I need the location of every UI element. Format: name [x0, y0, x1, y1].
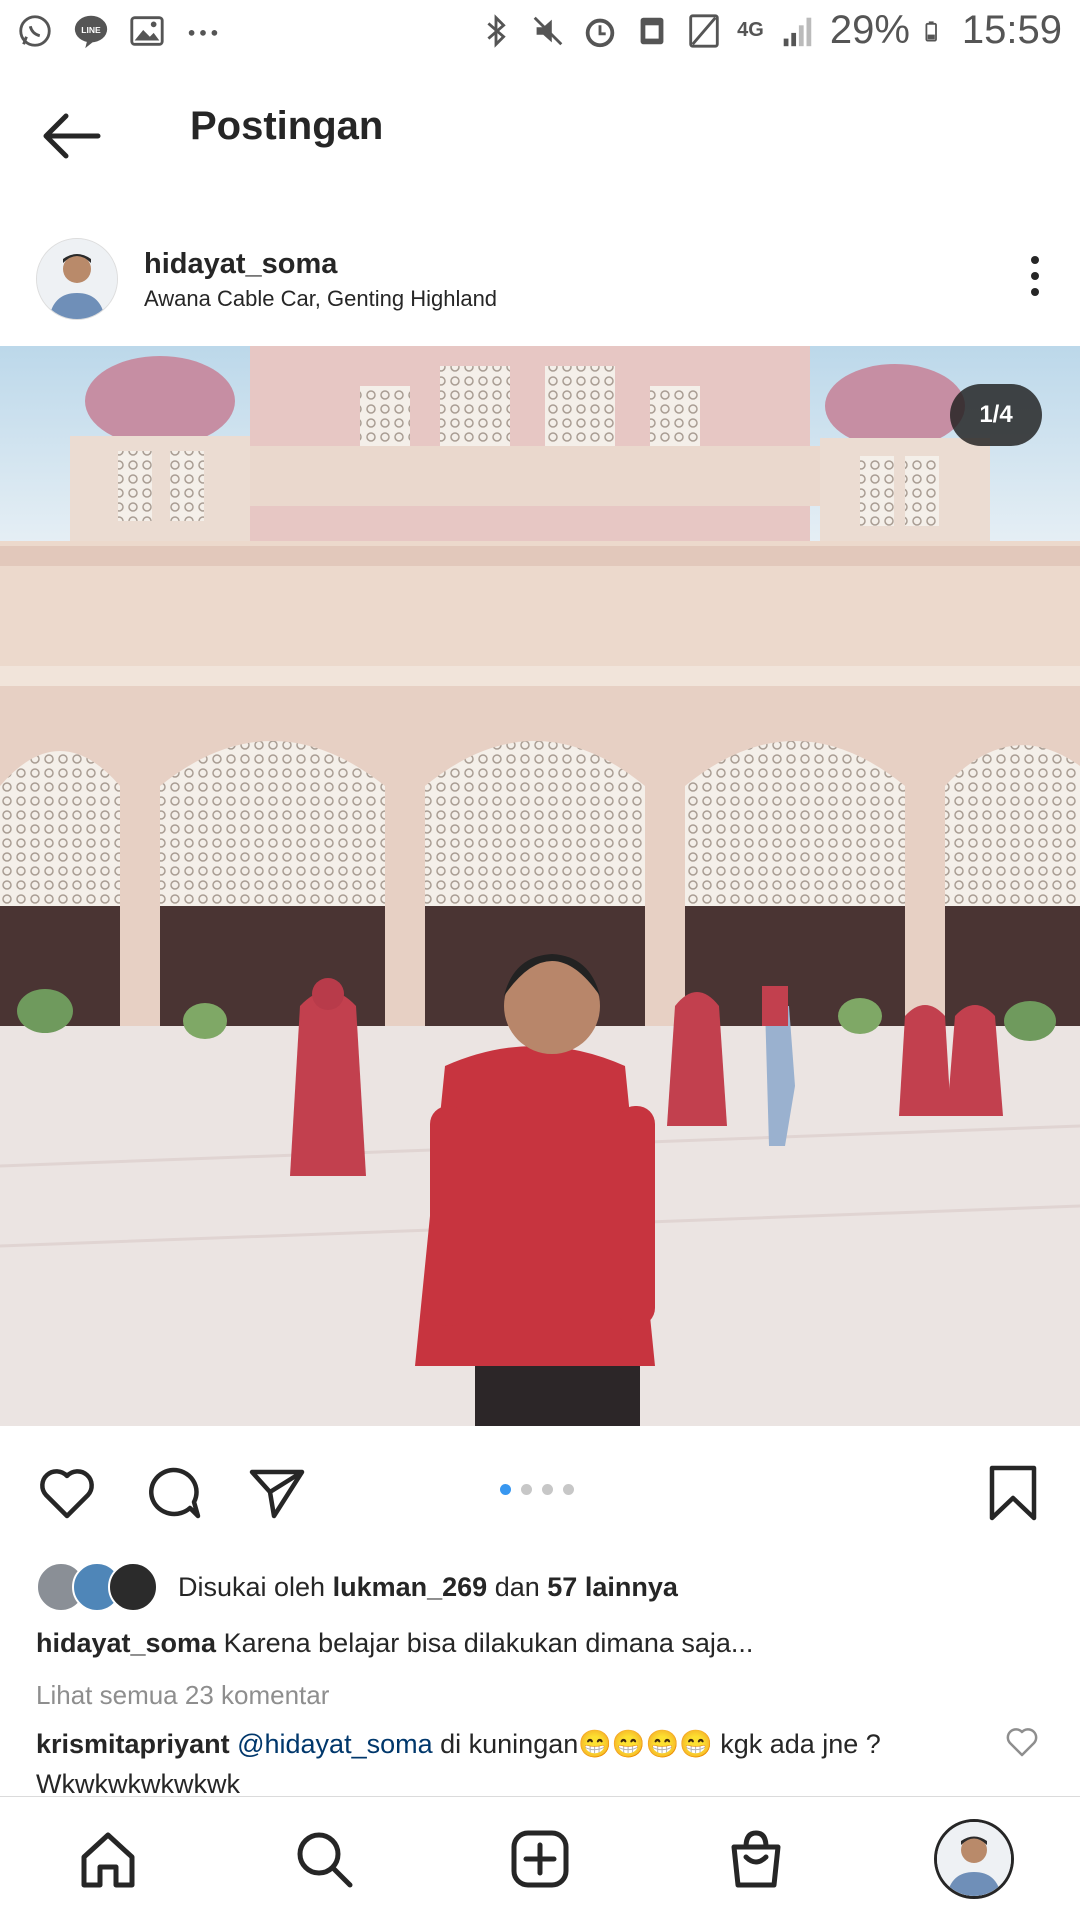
post-header: hidayat_soma Awana Cable Car, Genting Hi…: [0, 228, 1080, 348]
bookmark-icon[interactable]: [982, 1462, 1044, 1524]
new-post-icon[interactable]: [508, 1827, 572, 1891]
network-type: 4G: [737, 19, 764, 41]
likes-prefix: Disukai oleh: [178, 1571, 326, 1602]
likes-middle: dan: [494, 1571, 540, 1602]
alarm-icon: [585, 18, 615, 47]
likes-user[interactable]: lukman_269: [333, 1572, 488, 1602]
comment: krismitapriyant @hidayat_soma di kuninga…: [36, 1724, 996, 1804]
status-bar: LINE 4G 29% 15:59: [0, 0, 1080, 64]
profile-avatar-image: [937, 1822, 1011, 1896]
post-location[interactable]: Awana Cable Car, Genting Highland: [144, 286, 497, 312]
author-avatar-image: [37, 239, 117, 319]
likes-row[interactable]: Disukai oleh lukman_269 dan 57 lainnya: [36, 1560, 678, 1614]
nfc-icon: [640, 17, 664, 44]
home-icon[interactable]: [76, 1827, 140, 1891]
mute-icon: [533, 16, 563, 45]
no-sim-icon: [689, 13, 719, 48]
likes-others[interactable]: 57 lainnya: [547, 1572, 678, 1602]
carousel-dot: [500, 1484, 511, 1495]
likes-text: Disukai oleh lukman_269 dan 57 lainnya: [178, 1572, 678, 1603]
caption-text: Karena belajar bisa dilakukan dimana saj…: [223, 1628, 754, 1658]
battery-icon: [925, 20, 937, 41]
app-bar: Postingan: [0, 64, 1080, 204]
carousel-dot: [563, 1484, 574, 1495]
search-icon[interactable]: [292, 1827, 356, 1891]
page-title: Postingan: [190, 104, 384, 148]
like-heart-icon[interactable]: [36, 1462, 98, 1524]
bottom-navigation: [0, 1796, 1080, 1921]
comment-bubble-icon[interactable]: [142, 1462, 204, 1524]
shop-bag-icon[interactable]: [724, 1827, 788, 1891]
liker-avatar: [108, 1562, 158, 1612]
svg-text:LINE: LINE: [81, 25, 101, 35]
bluetooth-icon: [487, 13, 506, 48]
caption-username[interactable]: hidayat_soma: [36, 1628, 216, 1658]
comment-username[interactable]: krismitapriyant: [36, 1729, 230, 1759]
carousel-dot: [542, 1484, 553, 1495]
back-arrow-icon[interactable]: [38, 108, 106, 164]
profile-avatar[interactable]: [934, 1819, 1014, 1899]
battery-percent: 29%: [829, 8, 910, 52]
mosque-photo: [0, 346, 1080, 1426]
post-actions: [0, 1426, 1080, 1556]
line-icon: LINE: [74, 15, 108, 49]
share-send-icon[interactable]: [246, 1462, 308, 1524]
view-all-comments-link[interactable]: Lihat semua 23 komentar: [36, 1680, 329, 1711]
signal-icon: [783, 17, 812, 46]
clock: 15:59: [961, 8, 1062, 52]
carousel-indicator: [500, 1484, 574, 1495]
author-avatar[interactable]: [36, 238, 118, 320]
post-photo[interactable]: 1/4: [0, 346, 1080, 1426]
post-caption: hidayat_soma Karena belajar bisa dilakuk…: [36, 1628, 753, 1659]
comment-mention[interactable]: @hidayat_soma: [237, 1729, 433, 1759]
author-username[interactable]: hidayat_soma: [144, 248, 337, 281]
more-options-icon[interactable]: [1020, 252, 1050, 300]
carousel-dot: [521, 1484, 532, 1495]
image-counter: 1/4: [950, 384, 1042, 446]
more-dots-icon: [188, 30, 218, 36]
whatsapp-icon: [19, 15, 51, 47]
gallery-icon: [130, 16, 164, 46]
comment-like-icon[interactable]: [1004, 1724, 1040, 1760]
